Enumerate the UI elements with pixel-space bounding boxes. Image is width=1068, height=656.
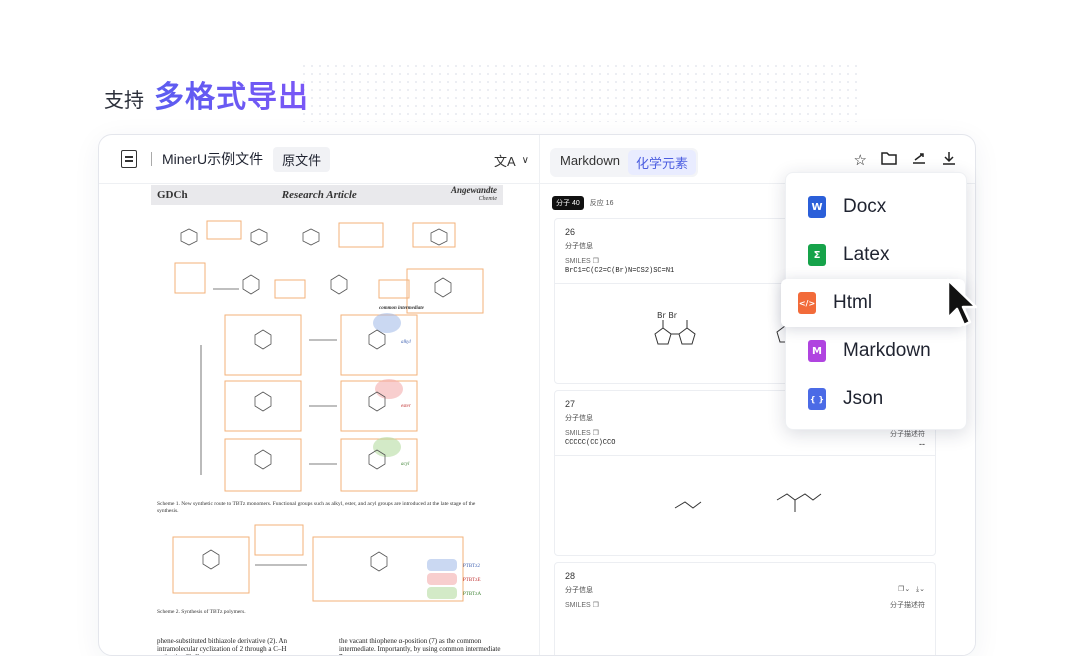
svg-text:PTBTzA: PTBTzA <box>463 592 481 597</box>
share-icon[interactable] <box>911 151 927 169</box>
card-number: 28 <box>565 571 576 581</box>
body-left-column: phene-substituted bithiazole derivative … <box>157 637 288 655</box>
descriptor-block: 分子描述符 -- <box>890 429 925 449</box>
export-menu: W Docx Σ Latex </> Html M Markdown { } J… <box>781 172 967 430</box>
count-tabs: 分子 40 反应 16 <box>552 196 613 210</box>
toolbar: ☆ <box>854 151 957 169</box>
copy-dropdown-icon[interactable]: ❐⌄ <box>898 586 910 593</box>
svg-text:alkyl: alkyl <box>401 340 411 345</box>
document-icon <box>121 150 137 168</box>
mouse-cursor-icon <box>946 278 978 327</box>
paper-body-text: phene-substituted bithiazole derivative … <box>157 637 501 655</box>
card-actions: ❐⌄ ⤓⌄ 分子描述符 <box>890 585 925 610</box>
tab-markdown[interactable]: Markdown <box>552 150 628 175</box>
hero-title: 多格式导出 <box>154 72 309 116</box>
descriptor-value: -- <box>919 439 925 449</box>
smiles-label: SMILES <box>565 430 591 437</box>
hero-prefix: 支持 <box>104 90 144 112</box>
svg-text:PTBTz2: PTBTz2 <box>463 564 480 569</box>
html-icon: </> <box>798 292 816 314</box>
view-tabs: Markdown 化学元素 <box>550 148 698 177</box>
hero-heading: 支持 多格式导出 <box>104 72 309 116</box>
body-right-column: the vacant thiophene α-position (7) as t… <box>339 637 501 655</box>
left-panel-header: MinerU示例文件 原文件 文A ∨ <box>99 135 539 184</box>
scheme-figures: common intermediate alkyl ester acyl PTB… <box>172 220 484 602</box>
export-latex[interactable]: Σ Latex <box>786 231 966 279</box>
download-dropdown-icon[interactable]: ⤓⌄ <box>916 586 925 593</box>
info-label: 分子信息 <box>565 587 593 594</box>
latex-icon: Σ <box>808 244 826 266</box>
copy-icon[interactable]: ❐ <box>593 602 599 609</box>
chevron-down-icon: ∨ <box>521 155 529 166</box>
star-icon[interactable]: ☆ <box>854 151 867 169</box>
scheme2-caption: Scheme 2. Synthesis of TBTz polymers. <box>157 609 246 615</box>
tab-chemistry[interactable]: 化学元素 <box>627 150 696 175</box>
molecule-card: 28 分子信息 SMILES ❐ ❐⌄ ⤓⌄ 分子描述符 <box>554 562 936 655</box>
scheme1-caption: Scheme 1. New synthetic route to TBTz mo… <box>157 501 476 514</box>
smiles-label: SMILES <box>565 602 591 609</box>
download-icon[interactable] <box>941 151 957 169</box>
svg-text:PTBTzE: PTBTzE <box>463 578 481 583</box>
markdown-icon: M <box>808 340 826 362</box>
export-markdown[interactable]: M Markdown <box>786 327 966 375</box>
molecule-count[interactable]: 分子 40 <box>552 196 584 210</box>
svg-text:common intermediate: common intermediate <box>379 306 425 311</box>
export-docx[interactable]: W Docx <box>786 183 966 231</box>
smiles-label: SMILES <box>565 258 591 265</box>
translate-icon: 文A <box>494 154 516 169</box>
docx-icon: W <box>808 196 826 218</box>
decorative-dot-grid <box>300 62 860 122</box>
svg-text:ester: ester <box>401 404 411 409</box>
smiles-value: CCCCC(CC)CCO <box>565 439 616 447</box>
paper-preview: GDCh Research Article Angewandte Chemie <box>151 185 503 655</box>
file-name: MinerU示例文件 <box>162 151 264 167</box>
svg-text:Br Br: Br Br <box>657 311 678 320</box>
translate-dropdown[interactable]: 文A ∨ <box>494 151 529 170</box>
export-json[interactable]: { } Json <box>786 375 966 423</box>
folder-icon[interactable] <box>881 151 897 169</box>
copy-icon[interactable]: ❐ <box>593 430 599 437</box>
descriptor-label: 分子描述符 <box>890 431 925 438</box>
json-icon: { } <box>808 388 826 410</box>
reaction-count[interactable]: 反应 16 <box>590 198 614 208</box>
svg-text:acyl: acyl <box>401 462 410 467</box>
export-html[interactable]: </> Html <box>781 279 965 327</box>
original-file-tag[interactable]: 原文件 <box>273 146 331 172</box>
header-divider <box>151 152 152 166</box>
copy-icon[interactable]: ❐ <box>593 258 599 265</box>
descriptor-label: 分子描述符 <box>890 602 925 609</box>
molecule-structure <box>555 455 935 562</box>
